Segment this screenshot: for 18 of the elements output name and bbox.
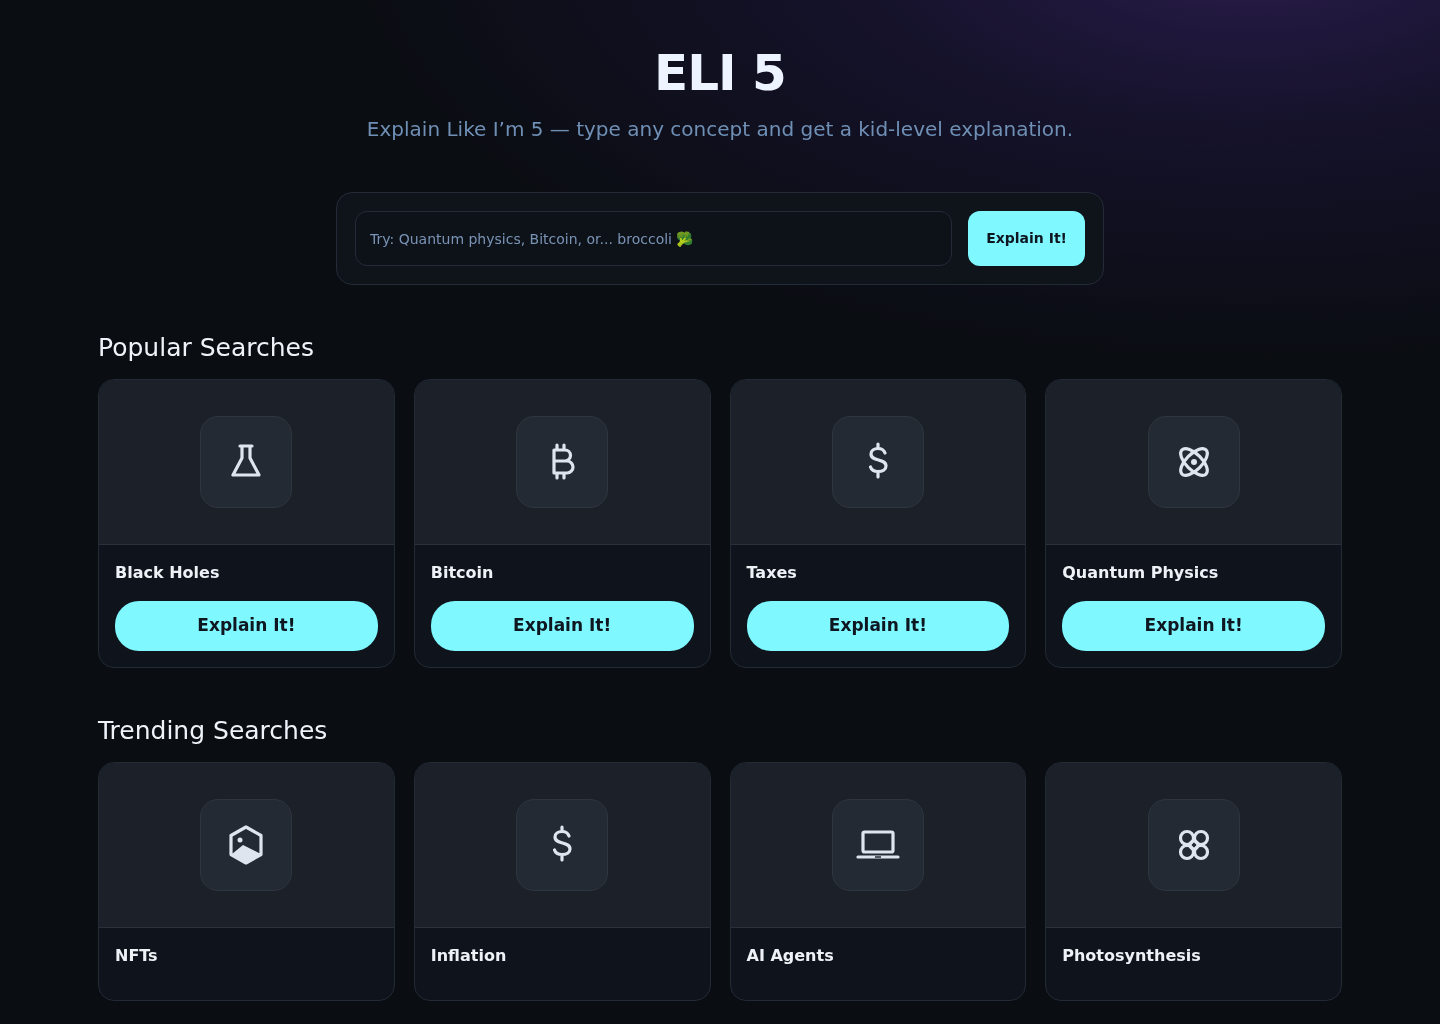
- topic-title: Bitcoin: [430, 562, 495, 584]
- subtitle: Explain Like I’m 5 — type any concept and get a kid-level explanation.: [365, 116, 1075, 143]
- search-field[interactable]: Try: Quantum physics, Bitcoin, or... broccoli 🥦: [355, 211, 953, 266]
- explain-button[interactable]: Explain It!: [115, 601, 378, 651]
- explain-button[interactable]: Explain It!: [1062, 601, 1325, 651]
- section-heading: Popular Searches: [98, 333, 315, 363]
- explain-button[interactable]: Explain It!: [746, 601, 1010, 651]
- explain-button[interactable]: Explain It!: [968, 211, 1085, 266]
- topic-title: Quantum Physics: [1062, 562, 1220, 584]
- topic-title: Black Holes: [115, 562, 221, 584]
- topic-title: NFTs: [115, 945, 159, 967]
- app-title: ELI 5: [653, 48, 787, 98]
- topic-title: Taxes: [746, 562, 798, 584]
- topic-title: Photosynthesis: [1062, 945, 1202, 967]
- topic-title: Inflation: [430, 945, 508, 967]
- topic-title: AI Agents: [746, 945, 835, 967]
- section-heading: Trending Searches: [98, 716, 329, 746]
- explain-button[interactable]: Explain It!: [430, 601, 694, 651]
